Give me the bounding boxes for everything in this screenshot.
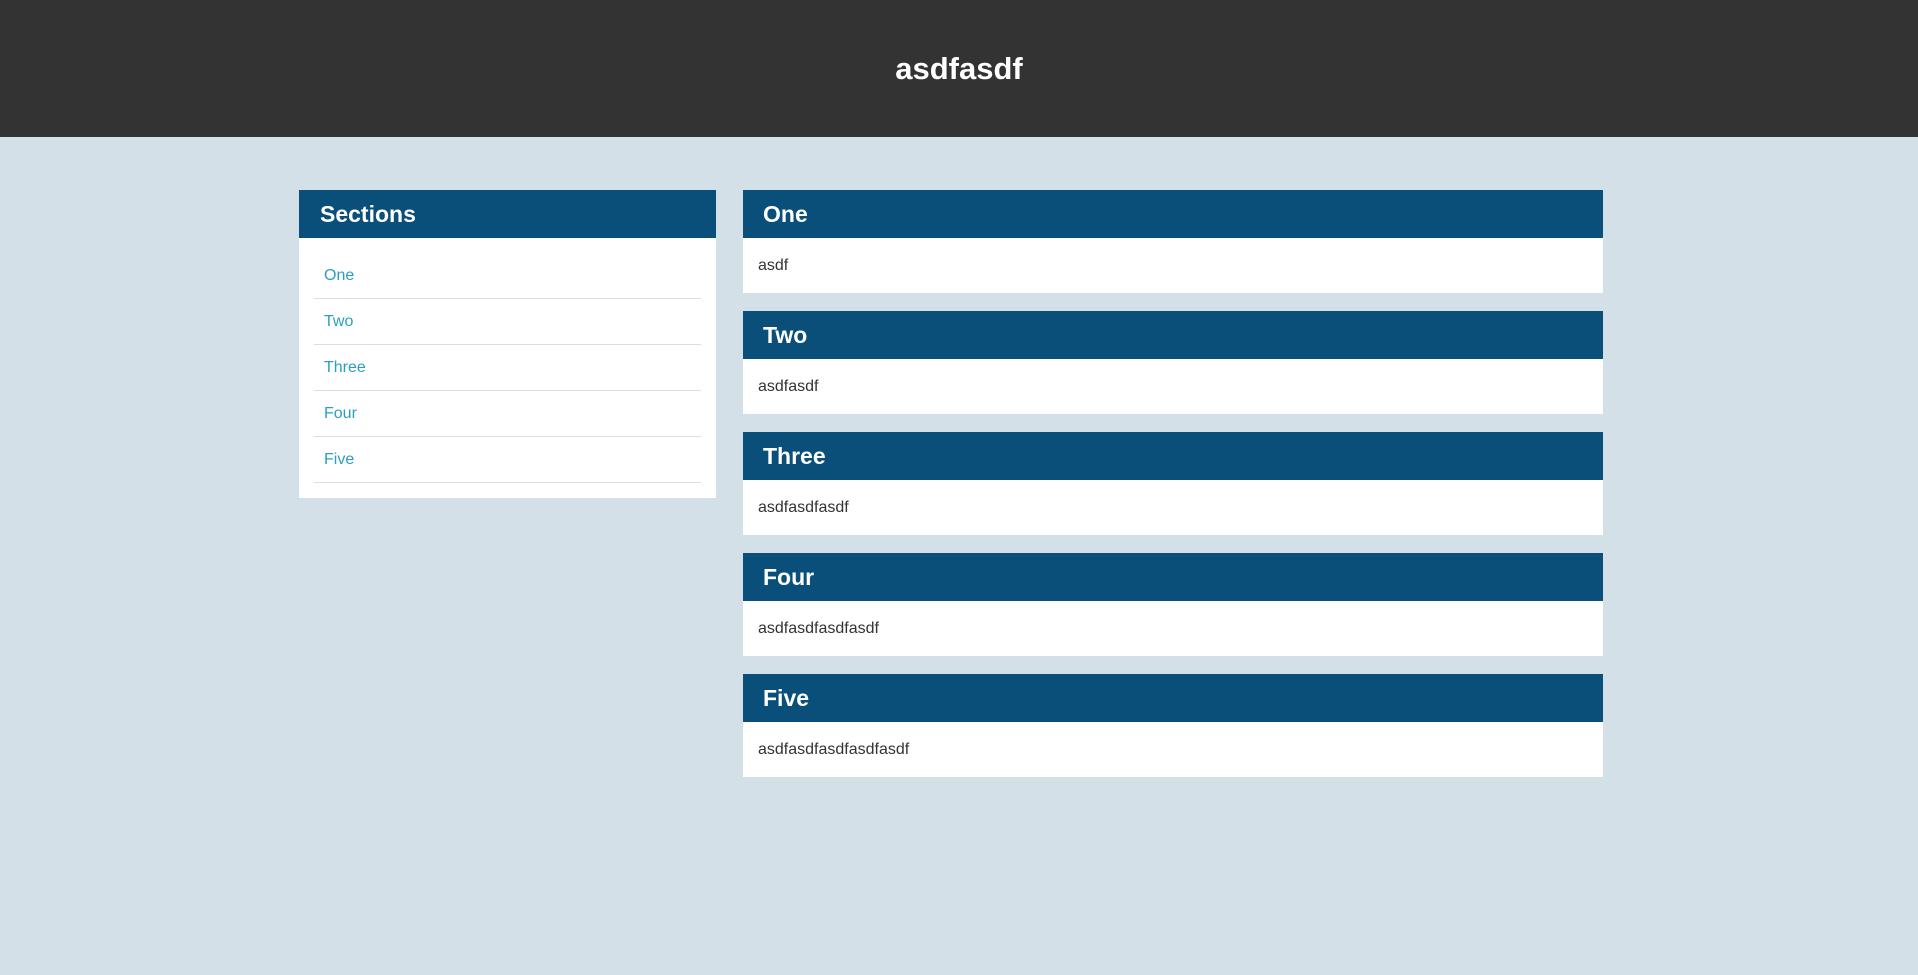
page-title: asdfasdf [895, 50, 1023, 86]
section-header: One [743, 190, 1603, 238]
sidebar-title: Sections [320, 200, 416, 227]
section-text: asdfasdfasdfasdfasdf [758, 740, 910, 758]
section-text: asdfasdfasdf [758, 498, 849, 516]
section-card-five: Five asdfasdfasdfasdfasdf [743, 674, 1603, 777]
section-header: Four [743, 553, 1603, 601]
sidebar-link-five[interactable]: Five [324, 451, 354, 469]
sidebar-link-one[interactable]: One [324, 267, 354, 285]
section-text: asdf [758, 256, 789, 274]
sidebar-link-four[interactable]: Four [324, 405, 357, 423]
section-title: Two [763, 321, 808, 348]
sidebar-item-three: Three [314, 345, 701, 391]
sidebar-link-two[interactable]: Two [324, 313, 353, 331]
sections-sidebar: Sections One Two Three Four Five [299, 190, 716, 498]
section-title: Three [763, 442, 826, 469]
section-title: Four [763, 563, 815, 590]
section-card-three: Three asdfasdfasdf [743, 432, 1603, 535]
sections-nav-list: One Two Three Four Five [299, 238, 716, 483]
section-header: Five [743, 674, 1603, 722]
section-header: Three [743, 432, 1603, 480]
section-body: asdfasdf [743, 359, 1603, 414]
sidebar-item-five: Five [314, 437, 701, 483]
sidebar-item-two: Two [314, 299, 701, 345]
sidebar-item-four: Four [314, 391, 701, 437]
section-body: asdf [743, 238, 1603, 293]
sidebar-item-one: One [314, 253, 701, 299]
section-text: asdfasdf [758, 377, 819, 395]
sidebar-link-three[interactable]: Three [324, 359, 366, 377]
section-body: asdfasdfasdfasdfasdf [743, 722, 1603, 777]
sidebar-header: Sections [299, 190, 716, 238]
section-title: Five [763, 684, 810, 711]
section-card-two: Two asdfasdf [743, 311, 1603, 414]
section-card-one: One asdf [743, 190, 1603, 293]
section-card-four: Four asdfasdfasdfasdf [743, 553, 1603, 656]
top-header: asdfasdf [0, 0, 1918, 137]
section-title: One [763, 200, 808, 227]
section-body: asdfasdfasdfasdf [743, 601, 1603, 656]
section-body: asdfasdfasdf [743, 480, 1603, 535]
main-content: One asdf Two asdfasdf Three asdfasdfasdf… [743, 190, 1603, 795]
section-header: Two [743, 311, 1603, 359]
section-text: asdfasdfasdfasdf [758, 619, 879, 637]
